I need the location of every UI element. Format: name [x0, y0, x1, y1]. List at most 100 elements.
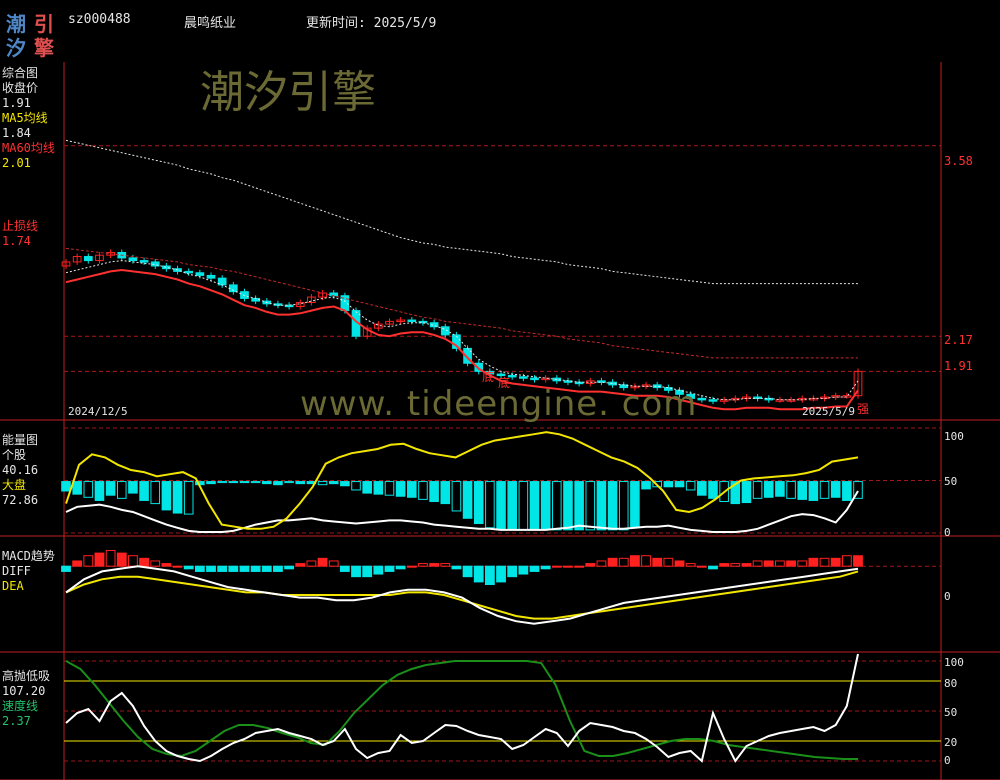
brand-watermark: 潮汐引擎 [200, 67, 376, 118]
candle-body [206, 274, 216, 279]
macd-axis-tick: 0 [944, 590, 951, 603]
macd-bar [228, 565, 239, 572]
macd-bar [830, 557, 841, 567]
energy-bar [328, 481, 339, 485]
energy-bar [451, 481, 462, 512]
macd-bar [150, 560, 161, 567]
macd-bar [819, 557, 830, 567]
macd-bar [373, 565, 384, 575]
macd-bar [696, 565, 707, 568]
price-level-label: 3.58 [944, 154, 973, 168]
macd-bar [406, 565, 417, 568]
candle-body [217, 277, 227, 286]
macd-bar [284, 565, 294, 570]
energy-bar [563, 481, 573, 531]
macd-bar [395, 565, 406, 570]
energy-title: 能量图 [2, 433, 39, 447]
energy-bar [708, 481, 718, 499]
energy-bar [172, 481, 183, 514]
energy-stock-value: 40.16 [2, 463, 39, 477]
energy-bar [797, 481, 808, 500]
macd-bar [551, 565, 562, 568]
close-value: 1.91 [2, 96, 31, 110]
macd-bar [518, 565, 529, 575]
macd-bar [719, 563, 730, 567]
candle-body [83, 256, 93, 262]
energy-bar [72, 481, 82, 495]
macd-bar [440, 563, 451, 567]
macd-bar [685, 563, 696, 567]
energy-bar [830, 481, 841, 498]
energy-bar [395, 481, 406, 497]
macd-bar [663, 557, 674, 567]
energy-bar [485, 481, 495, 529]
macd-bar [763, 560, 774, 567]
macd-bar [273, 565, 283, 572]
bottom-marker: 底 [498, 376, 511, 390]
macd-bar [741, 563, 752, 567]
main-legend: 综合图 收盘价 1.91 MA5均线 1.84 MA60均线 2.01 [2, 66, 55, 171]
diff-line [65, 565, 859, 625]
macd-bar [841, 555, 852, 567]
date-end: 2025/5/9 [802, 405, 855, 418]
diff-label: DIFF [2, 564, 31, 578]
price-level-label: 1.91 [944, 359, 973, 373]
macd-bar [418, 563, 428, 567]
macd-bar [752, 560, 763, 567]
ma60-line [65, 247, 858, 359]
macd-bar [116, 552, 127, 567]
energy-bar [507, 481, 517, 530]
speed-label: 速度线 [2, 699, 39, 713]
macd-bar [618, 557, 629, 567]
macd-bar [775, 560, 785, 567]
energy-axis-tick: 0 [944, 526, 951, 539]
energy-bar [418, 481, 428, 500]
energy-bar [261, 481, 272, 485]
macd-bar [429, 563, 440, 567]
ma60-label: MA60均线 [2, 141, 55, 155]
energy-bar [641, 481, 651, 490]
tide-axis-tick: 50 [944, 706, 958, 719]
main-title: 综合图 [2, 66, 39, 80]
dea-label: DEA [2, 579, 24, 593]
macd-bar [328, 560, 339, 567]
energy-bar [228, 481, 239, 484]
energy-bar [128, 481, 138, 494]
ma5-label: MA5均线 [2, 111, 48, 125]
tide-axis-tick: 80 [944, 677, 958, 690]
tide-value: 107.20 [2, 684, 46, 698]
energy-market-label: 大盘 [2, 478, 27, 492]
macd-bar [674, 560, 685, 567]
candle-body [195, 272, 205, 276]
energy-bar [116, 481, 127, 499]
macd-bar [607, 557, 618, 567]
tide-legend: 高抛低吸 107.20 速度线 2.37 [2, 669, 50, 729]
speed-line [65, 660, 858, 760]
macd-bar [797, 560, 808, 567]
date-start: 2024/12/5 [68, 405, 128, 418]
macd-bar [708, 565, 718, 570]
macd-bar [105, 549, 116, 567]
macd-bar [94, 552, 105, 567]
candle-body [407, 319, 417, 323]
macd-bar [239, 565, 250, 572]
energy-bar [596, 481, 607, 531]
tide-axis-tick: 100 [944, 656, 964, 669]
macd-bar [529, 565, 540, 572]
tide-axis-tick: 0 [944, 754, 951, 767]
energy-bar [373, 481, 384, 495]
energy-bar [83, 481, 94, 498]
macd-bar [730, 563, 741, 567]
macd-bar [507, 565, 518, 578]
candle-body [139, 260, 149, 263]
macd-bar [139, 557, 149, 567]
macd-bar [641, 555, 651, 567]
macd-bar [786, 560, 796, 567]
macd-legend: MACD趋势 DIFF DEA [2, 549, 55, 594]
macd-bar [317, 557, 328, 567]
energy-bar [217, 481, 227, 484]
energy-bar [440, 481, 451, 505]
macd-bar [183, 565, 194, 570]
energy-bar [239, 481, 250, 484]
ma60-value: 2.01 [2, 156, 31, 170]
